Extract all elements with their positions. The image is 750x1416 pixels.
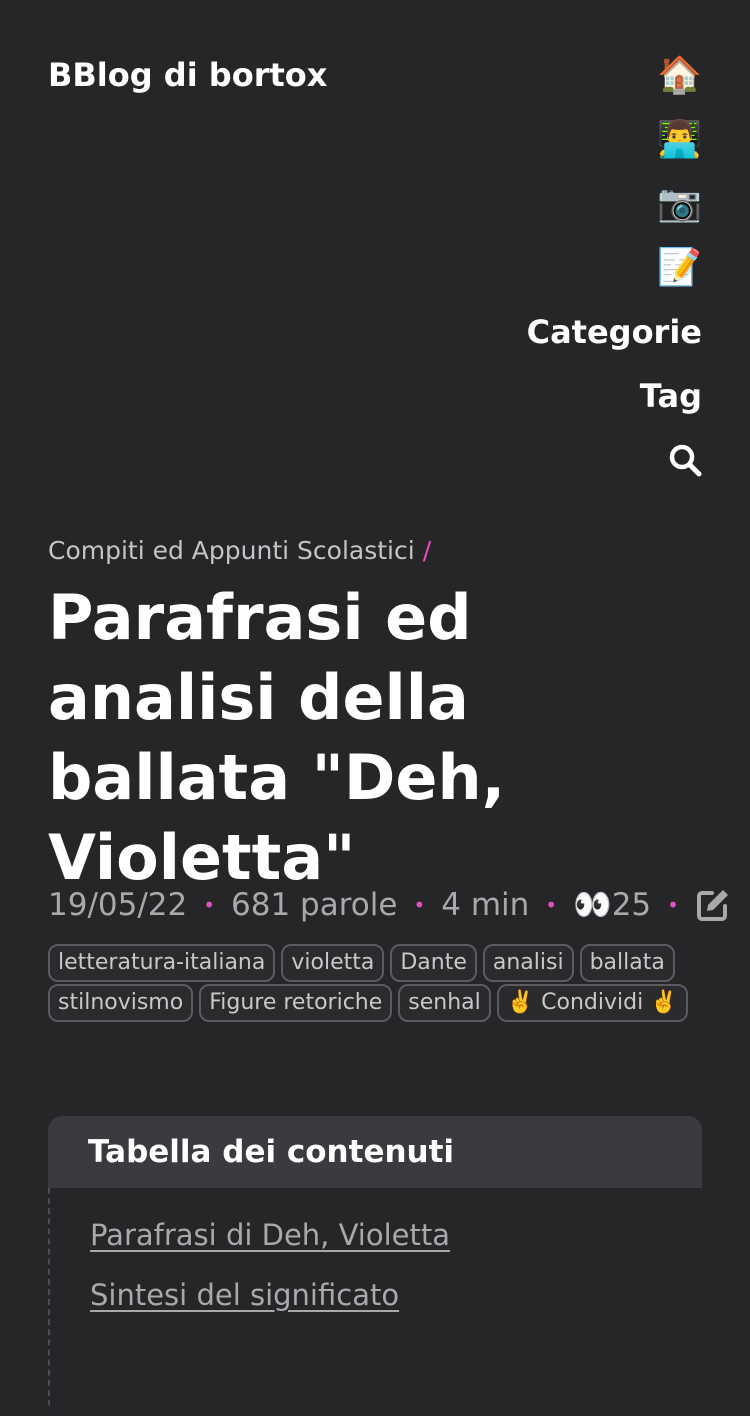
- site-title[interactable]: BBlog di bortox: [48, 56, 327, 94]
- post-meta: 19/05/22 • 681 parole • 4 min • 👀25 •: [48, 886, 731, 923]
- breadcrumb-separator: /: [422, 536, 432, 565]
- home-icon[interactable]: 🏠: [657, 44, 702, 108]
- meta-separator: •: [667, 892, 679, 917]
- toc-link[interactable]: Sintesi del significato: [90, 1276, 702, 1314]
- developer-icon[interactable]: 👨‍💻: [657, 108, 702, 172]
- tag-chip[interactable]: Dante: [390, 944, 477, 982]
- toc-body: Parafrasi di Deh, Violetta Sintesi del s…: [48, 1188, 702, 1416]
- meta-separator: •: [545, 892, 558, 917]
- tag-list: letteratura-italiana violetta Dante anal…: [48, 944, 688, 1024]
- share-button[interactable]: ✌️ Condividi ✌️: [496, 984, 688, 1022]
- tag-chip[interactable]: letteratura-italiana: [48, 944, 276, 982]
- camera-icon[interactable]: 📷: [657, 172, 702, 236]
- tag-chip[interactable]: analisi: [482, 944, 574, 982]
- tag-chip[interactable]: stilnovismo: [48, 984, 194, 1022]
- toc-title[interactable]: Tabella dei contenuti: [48, 1116, 702, 1188]
- tag-chip[interactable]: Figure retoriche: [199, 984, 393, 1022]
- tag-chip[interactable]: senhal: [398, 984, 491, 1022]
- tag-chip[interactable]: ballata: [579, 944, 675, 982]
- view-count: 👀25: [573, 887, 652, 923]
- meta-separator: •: [413, 892, 426, 917]
- word-count: 681 parole: [231, 886, 398, 923]
- memo-icon[interactable]: 📝: [657, 236, 702, 300]
- toc-link[interactable]: Parafrasi di Deh, Violetta: [90, 1216, 702, 1254]
- edit-icon[interactable]: [695, 887, 731, 923]
- search-icon-svg: [669, 444, 702, 477]
- post-title: Parafrasi ed analisi della ballata "Deh,…: [48, 581, 506, 894]
- edit-icon-svg: [696, 889, 728, 921]
- nav-tag[interactable]: Tag: [640, 364, 702, 428]
- main-nav: 🏠 👨‍💻 📷 📝 Categorie Tag: [527, 56, 702, 492]
- search-icon[interactable]: [668, 428, 702, 492]
- meta-separator: •: [203, 892, 216, 917]
- nav-categories[interactable]: Categorie: [527, 300, 702, 364]
- post-date: 19/05/22: [48, 886, 188, 923]
- table-of-contents: Tabella dei contenuti Parafrasi di Deh, …: [48, 1116, 702, 1416]
- breadcrumb-link[interactable]: Compiti ed Appunti Scolastici: [48, 536, 415, 565]
- breadcrumb: Compiti ed Appunti Scolastici /: [48, 536, 431, 565]
- tag-chip[interactable]: violetta: [281, 944, 385, 982]
- read-time: 4 min: [441, 886, 530, 923]
